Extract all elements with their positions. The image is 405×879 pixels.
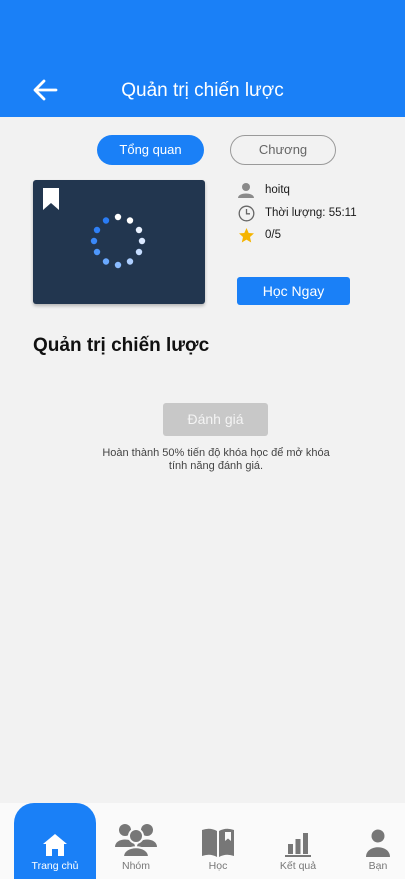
tab-overview[interactable]: Tổng quan: [97, 135, 204, 165]
bottom-nav: Trang chủ Nhóm Học Kết quả Bạn: [0, 803, 405, 879]
nav-item-me[interactable]: Bạn: [358, 803, 398, 879]
duration-text: Thời lượng: 55:11: [265, 207, 357, 219]
course-title: Quản trị chiến lược: [33, 335, 210, 356]
book-icon: [201, 817, 235, 857]
author-name: hoitq: [265, 184, 290, 196]
profile-icon: [366, 817, 390, 857]
group-icon: [115, 817, 157, 857]
nav-label-groups: Nhóm: [121, 860, 150, 872]
bar-chart-icon: [285, 817, 311, 857]
rate-button: Đánh giá: [163, 403, 268, 436]
nav-item-home[interactable]: Trang chủ: [14, 803, 96, 879]
page-title: Quản trị chiến lược: [121, 80, 284, 101]
nav-item-results[interactable]: Kết quả: [275, 803, 321, 879]
clock-icon: [237, 204, 255, 222]
nav-label-results: Kết quả: [279, 860, 317, 872]
user-icon: [237, 181, 255, 199]
nav-label-learn: Học: [208, 860, 228, 872]
home-icon: [42, 817, 68, 857]
loading-spinner-icon: [88, 211, 148, 276]
start-learning-button[interactable]: Học Ngay: [237, 277, 350, 305]
tab-chapters[interactable]: Chương: [230, 135, 336, 165]
nav-item-learn[interactable]: Học: [195, 803, 241, 879]
nav-label-home: Trang chủ: [31, 860, 79, 872]
nav-item-groups[interactable]: Nhóm: [108, 803, 164, 879]
rate-note: Hoàn thành 50% tiến độ khóa học để mở kh…: [102, 447, 330, 472]
course-thumbnail: [33, 180, 205, 304]
bookmark-icon[interactable]: [41, 187, 61, 216]
duration-row: Thời lượng: 55:11: [237, 204, 357, 222]
nav-label-me: Bạn: [368, 860, 388, 872]
author-row: hoitq: [237, 181, 290, 199]
rating-text: 0/5: [265, 229, 281, 241]
star-icon: [237, 226, 255, 244]
rating-row: 0/5: [237, 226, 281, 244]
app-header: Quản trị chiến lược: [0, 0, 405, 117]
